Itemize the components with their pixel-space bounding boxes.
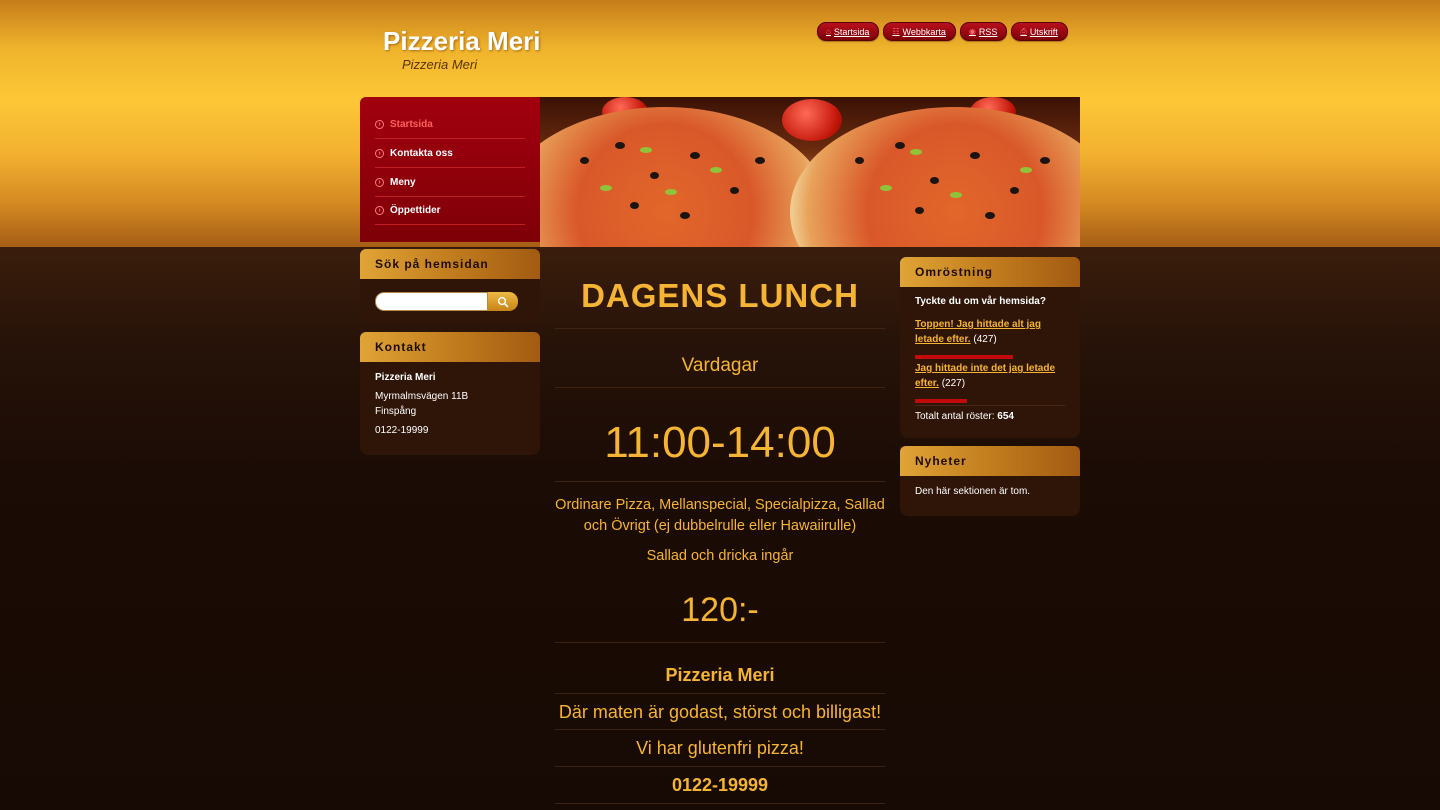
divider <box>555 803 885 804</box>
poll-option: Jag hittade inte det jag letade efter. (… <box>915 361 1065 391</box>
nav-item-startsida[interactable]: › Startsida <box>375 111 525 139</box>
news-empty-text: Den här sektionen är tom. <box>915 486 1031 497</box>
search-icon <box>497 296 509 308</box>
quick-link-label: Startsida <box>833 26 870 37</box>
main-navigation: › Startsida › Kontakta oss › Meny › Öppe… <box>360 97 540 242</box>
search-input[interactable] <box>375 292 488 311</box>
nav-item-kontakta-oss[interactable]: › Kontakta oss <box>375 140 525 168</box>
quick-link-label: Webbkarta <box>902 26 946 37</box>
poll-result-bar <box>915 399 967 403</box>
pizza-toppings <box>540 97 1080 247</box>
quick-link-utskrift[interactable]: ⎙ Utskrift <box>1011 22 1068 41</box>
page-wrapper: Pizzeria Meri Pizzeria Meri ⌂ Startsida … <box>360 0 1080 810</box>
site-subtitle: Pizzeria Meri <box>402 57 478 72</box>
search-heading: Sök på hemsidan <box>360 249 540 279</box>
lunch-included: Sallad och dricka ingår <box>646 548 794 564</box>
lunch-price: 120:- <box>681 591 759 629</box>
search-button[interactable] <box>488 292 518 311</box>
poll-box: Omröstning Tyckte du om vår hemsida? Top… <box>900 257 1080 438</box>
contact-phone: 0122-19999 <box>375 425 429 436</box>
nav-item-label: Öppettider <box>390 205 441 216</box>
arrow-circle-icon: › <box>375 206 384 215</box>
nav-item-meny[interactable]: › Meny <box>375 169 525 197</box>
contact-city: Finspång <box>375 406 417 417</box>
contact-street: Myrmalmsvägen 11B <box>375 391 469 402</box>
lunch-hours: 11:00-14:00 <box>604 418 836 467</box>
contact-name: Pizzeria Meri <box>375 372 436 383</box>
print-icon: ⎙ <box>1020 26 1027 36</box>
gluten-free-note: Vi har glutenfri pizza! <box>636 738 804 758</box>
arrow-circle-icon: › <box>375 120 384 129</box>
poll-heading: Omröstning <box>900 257 1080 287</box>
poll-total-value: 654 <box>997 411 1014 422</box>
slogan: Där maten är godast, störst och billigas… <box>558 702 882 722</box>
quick-link-startsida[interactable]: ⌂ Startsida <box>817 22 880 41</box>
pizza-banner-image <box>540 97 1080 247</box>
lunch-days: Vardagar <box>681 355 759 376</box>
nav-item-label: Kontakta oss <box>390 148 453 159</box>
site-title[interactable]: Pizzeria Meri <box>383 26 541 57</box>
main-content: DAGENS LUNCH Vardagar 11:00-14:00 Ordina… <box>555 262 885 804</box>
poll-option-link[interactable]: Jag hittade inte det jag letade efter. <box>915 363 1055 389</box>
nav-item-label: Startsida <box>390 119 433 130</box>
contact-box: Kontakt Pizzeria Meri Myrmalmsvägen 11B … <box>360 332 540 455</box>
contact-details: Pizzeria Meri Myrmalmsvägen 11B Finspång… <box>375 370 468 438</box>
news-box: Nyheter Den här sektionen är tom. <box>900 446 1080 516</box>
nav-item-oppettider[interactable]: › Öppettider <box>375 197 525 225</box>
poll-option: Toppen! Jag hittade alt jag letade efter… <box>915 317 1065 347</box>
poll-option-count: (227) <box>941 378 966 389</box>
quick-link-webbkarta[interactable]: ☷ Webbkarta <box>883 22 956 41</box>
search-box: Sök på hemsidan <box>360 249 540 324</box>
poll-result-bar <box>915 355 1013 359</box>
news-heading: Nyheter <box>900 446 1080 476</box>
arrow-circle-icon: › <box>375 149 384 158</box>
quick-link-label: RSS <box>978 26 998 37</box>
restaurant-name: Pizzeria Meri <box>665 665 775 685</box>
nav-item-label: Meny <box>390 177 416 188</box>
quick-link-rss[interactable]: ◉ RSS <box>959 22 1008 41</box>
home-icon: ⌂ <box>826 27 831 36</box>
poll-total-label: Totalt antal röster: <box>915 411 995 422</box>
poll-option-count: (427) <box>973 334 997 345</box>
page-title: DAGENS LUNCH <box>581 277 859 314</box>
sitemap-icon: ☷ <box>892 27 900 36</box>
contact-heading: Kontakt <box>360 332 540 362</box>
quick-links: ⌂ Startsida ☷ Webbkarta ◉ RSS ⎙ Utskrift <box>817 22 1068 41</box>
rss-icon: ◉ <box>968 27 976 36</box>
poll-question: Tyckte du om vår hemsida? <box>915 296 1046 307</box>
arrow-circle-icon: › <box>375 178 384 187</box>
divider <box>915 405 1065 406</box>
poll-total: Totalt antal röster: 654 <box>915 411 1014 422</box>
lunch-description: Ordinare Pizza, Mellanspecial, Specialpi… <box>555 497 885 534</box>
quick-link-label: Utskrift <box>1029 26 1058 37</box>
phone-number: 0122-19999 <box>671 775 769 795</box>
